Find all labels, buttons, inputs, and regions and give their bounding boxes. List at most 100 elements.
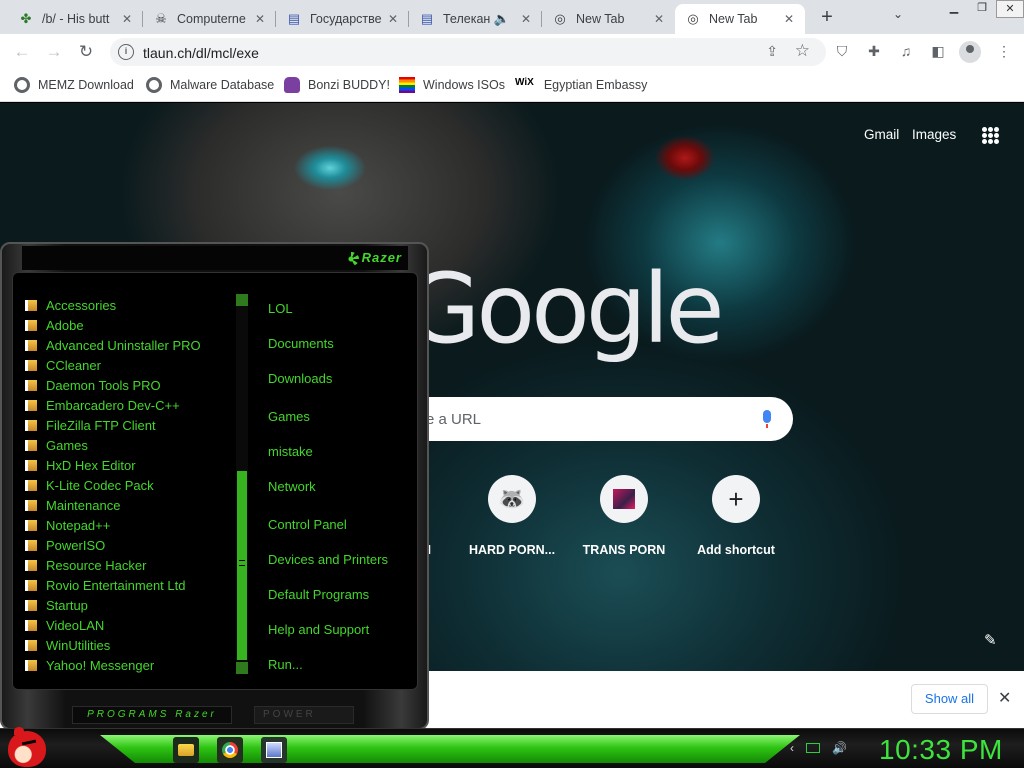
- program-folder-item[interactable]: Maintenance: [25, 495, 245, 515]
- back-button[interactable]: ←: [10, 40, 34, 64]
- images-link[interactable]: Images: [912, 127, 956, 142]
- site-info-icon[interactable]: i: [118, 44, 134, 60]
- new-tab-button[interactable]: +: [814, 5, 840, 29]
- maximize-button[interactable]: ❐: [968, 0, 996, 18]
- tab-telekan[interactable]: ▤ Телекан 🔈 ✕: [409, 4, 542, 34]
- close-window-button[interactable]: ✕: [996, 0, 1024, 18]
- customize-pencil-icon[interactable]: ✎: [984, 631, 997, 649]
- program-folder-item[interactable]: FileZilla FTP Client: [25, 415, 245, 435]
- url-text[interactable]: tlaun.ch/dl/mcl/exe: [143, 45, 259, 61]
- program-folder-item[interactable]: VideoLAN: [25, 615, 245, 635]
- scroll-up-button[interactable]: [236, 294, 248, 306]
- battery-icon[interactable]: [806, 743, 820, 753]
- program-folder-item[interactable]: Yahoo! Messenger: [25, 655, 245, 675]
- shortcut-hard[interactable]: 🦝 HARD PORN...: [456, 475, 568, 557]
- program-label: PowerISO: [46, 537, 106, 553]
- share-icon[interactable]: ⇪: [766, 43, 778, 60]
- gmail-link[interactable]: Gmail: [864, 127, 899, 142]
- program-folder-item[interactable]: Adobe: [25, 315, 245, 335]
- program-folder-item[interactable]: Notepad++: [25, 515, 245, 535]
- start-place-item[interactable]: Run...: [268, 657, 303, 672]
- start-place-item[interactable]: Devices and Printers: [268, 552, 388, 567]
- tab-b[interactable]: ✤ /b/ - His butt ✕: [8, 4, 143, 34]
- program-folder-item[interactable]: Games: [25, 435, 245, 455]
- start-place-item[interactable]: Default Programs: [268, 587, 369, 602]
- tab-gosudarstvo[interactable]: ▤ Государстве ✕: [276, 4, 409, 34]
- minimize-button[interactable]: ▁: [940, 0, 968, 18]
- close-icon[interactable]: ✕: [998, 688, 1011, 708]
- folder-icon: [25, 339, 37, 351]
- program-folder-item[interactable]: PowerISO: [25, 535, 245, 555]
- tab-new-tab[interactable]: ◎ New Tab ✕: [542, 4, 675, 34]
- show-all-button[interactable]: Show all: [911, 684, 988, 714]
- close-tab-icon[interactable]: ✕: [781, 12, 797, 26]
- explorer-taskbar-button[interactable]: [173, 737, 199, 763]
- scroll-down-button[interactable]: [236, 662, 248, 674]
- bookmark-windows-isos[interactable]: Windows ISOs: [399, 77, 505, 93]
- forward-button[interactable]: →: [42, 40, 66, 64]
- program-label: HxD Hex Editor: [46, 457, 136, 473]
- program-folder-item[interactable]: Advanced Uninstaller PRO: [25, 335, 245, 355]
- program-folder-item[interactable]: WinUtilities: [25, 635, 245, 655]
- address-bar[interactable]: i tlaun.ch/dl/mcl/exe ⇪ ☆: [110, 38, 826, 66]
- bookmark-bonzi[interactable]: Bonzi BUDDY!: [284, 77, 390, 93]
- start-place-item[interactable]: Control Panel: [268, 517, 347, 532]
- tab-new-tab-active[interactable]: ◎ New Tab ✕: [675, 4, 805, 34]
- folder-icon: [25, 599, 37, 611]
- chevron-down-icon[interactable]: ⌄: [893, 7, 903, 21]
- media-queue-icon[interactable]: ♫: [896, 43, 916, 61]
- speaker-icon[interactable]: 🔈: [494, 11, 510, 27]
- app-taskbar-button[interactable]: [261, 737, 287, 763]
- folder-icon: [25, 639, 37, 651]
- start-place-item[interactable]: Documents: [268, 336, 334, 351]
- program-folder-item[interactable]: K-Lite Codec Pack: [25, 475, 245, 495]
- close-tab-icon[interactable]: ✕: [518, 12, 534, 26]
- start-place-item[interactable]: LOL: [268, 301, 293, 316]
- chrome-taskbar-button[interactable]: [217, 737, 243, 763]
- program-folder-item[interactable]: Rovio Entertainment Ltd: [25, 575, 245, 595]
- power-button[interactable]: POWER: [254, 706, 354, 724]
- program-folder-item[interactable]: CCleaner: [25, 355, 245, 375]
- close-tab-icon[interactable]: ✕: [385, 12, 401, 26]
- more-menu-icon[interactable]: ⋮: [994, 43, 1014, 61]
- volume-icon[interactable]: 🔊: [832, 741, 847, 755]
- bookmark-egyptian-embassy[interactable]: WiX Egyptian Embassy: [515, 77, 647, 93]
- profile-avatar-icon[interactable]: [959, 41, 981, 63]
- bookmark-label: Malware Database: [170, 78, 275, 92]
- close-tab-icon[interactable]: ✕: [651, 12, 667, 26]
- side-panel-icon[interactable]: ◧: [928, 43, 948, 61]
- taskbar-clock[interactable]: 10:33 PM: [879, 734, 1003, 766]
- start-place-item[interactable]: Downloads: [268, 371, 332, 386]
- close-tab-icon[interactable]: ✕: [119, 12, 135, 26]
- plus-icon: +: [712, 475, 760, 523]
- bookmark-memz[interactable]: MEMZ Download: [14, 77, 134, 93]
- start-button-angry-bird-icon[interactable]: [8, 727, 46, 767]
- program-folder-item[interactable]: Embarcadero Dev-C++: [25, 395, 245, 415]
- program-folder-item[interactable]: Startup: [25, 595, 245, 615]
- microphone-icon[interactable]: [763, 410, 771, 428]
- program-list-scrollbar[interactable]: [236, 294, 248, 674]
- program-folder-item[interactable]: Accessories: [25, 295, 245, 315]
- program-folder-item[interactable]: HxD Hex Editor: [25, 455, 245, 475]
- tab-computerne[interactable]: ☠ Computerne ✕: [143, 4, 276, 34]
- start-place-item[interactable]: Network: [268, 479, 316, 494]
- shortcut-trans[interactable]: TRANS PORN: [568, 475, 680, 557]
- close-tab-icon[interactable]: ✕: [252, 12, 268, 26]
- program-folder-item[interactable]: Daemon Tools PRO: [25, 375, 245, 395]
- all-programs-button[interactable]: PROGRAMS Razer: [72, 706, 232, 724]
- scrollbar-thumb[interactable]: [237, 471, 247, 660]
- start-place-item[interactable]: Games: [268, 409, 310, 424]
- bookmark-malware-database[interactable]: Malware Database: [146, 77, 274, 93]
- apps-grid-icon[interactable]: [982, 127, 999, 144]
- add-shortcut-button[interactable]: + Add shortcut: [680, 475, 792, 557]
- bookmark-star-icon[interactable]: ☆: [795, 41, 810, 61]
- tray-expand-icon[interactable]: ‹: [790, 741, 794, 755]
- ublock-icon[interactable]: ⛉: [832, 43, 852, 61]
- program-folder-item[interactable]: Resource Hacker: [25, 555, 245, 575]
- extensions-puzzle-icon[interactable]: ✚: [864, 43, 884, 61]
- start-place-item[interactable]: mistake: [268, 444, 313, 459]
- reload-button[interactable]: ↻: [74, 40, 98, 64]
- program-label: WinUtilities: [46, 637, 111, 653]
- start-place-item[interactable]: Help and Support: [268, 622, 369, 637]
- wix-icon: WiX: [515, 77, 534, 88]
